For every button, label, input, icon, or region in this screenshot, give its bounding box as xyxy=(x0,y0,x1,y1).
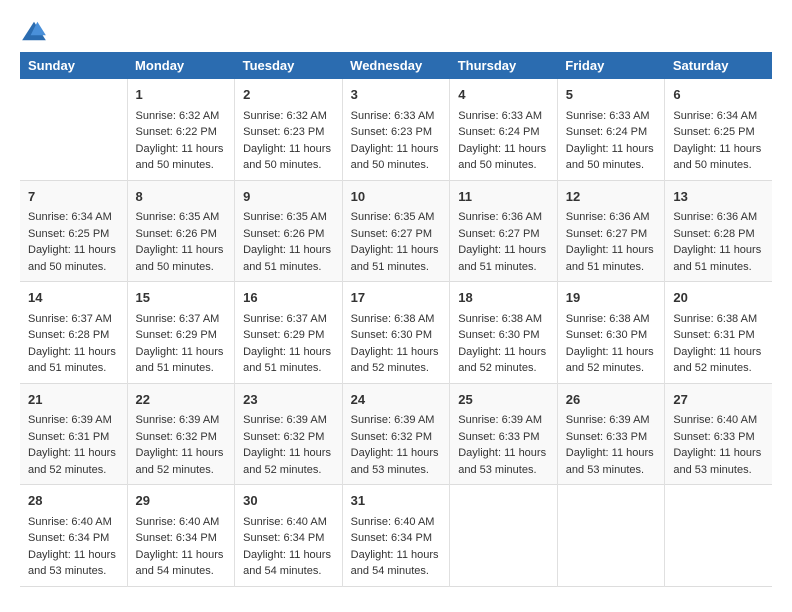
calendar-cell: 23Sunrise: 6:39 AMSunset: 6:32 PMDayligh… xyxy=(235,383,343,485)
logo-icon xyxy=(20,20,48,42)
day-number: 3 xyxy=(351,85,442,105)
calendar-cell: 3Sunrise: 6:33 AMSunset: 6:23 PMDaylight… xyxy=(342,79,450,180)
calendar-cell: 31Sunrise: 6:40 AMSunset: 6:34 PMDayligh… xyxy=(342,485,450,587)
calendar-cell: 27Sunrise: 6:40 AMSunset: 6:33 PMDayligh… xyxy=(665,383,772,485)
calendar-week-row: 7Sunrise: 6:34 AMSunset: 6:25 PMDaylight… xyxy=(20,180,772,282)
day-number: 27 xyxy=(673,390,764,410)
calendar-cell xyxy=(665,485,772,587)
calendar-cell: 30Sunrise: 6:40 AMSunset: 6:34 PMDayligh… xyxy=(235,485,343,587)
calendar-cell: 9Sunrise: 6:35 AMSunset: 6:26 PMDaylight… xyxy=(235,180,343,282)
header-cell-tuesday: Tuesday xyxy=(235,52,343,79)
day-number: 5 xyxy=(566,85,657,105)
calendar-cell: 24Sunrise: 6:39 AMSunset: 6:32 PMDayligh… xyxy=(342,383,450,485)
calendar-cell: 12Sunrise: 6:36 AMSunset: 6:27 PMDayligh… xyxy=(557,180,665,282)
calendar-header-row: SundayMondayTuesdayWednesdayThursdayFrid… xyxy=(20,52,772,79)
day-number: 13 xyxy=(673,187,764,207)
day-number: 24 xyxy=(351,390,442,410)
day-number: 2 xyxy=(243,85,334,105)
day-number: 18 xyxy=(458,288,549,308)
day-number: 12 xyxy=(566,187,657,207)
header-cell-sunday: Sunday xyxy=(20,52,127,79)
calendar-cell xyxy=(557,485,665,587)
day-number: 28 xyxy=(28,491,119,511)
day-number: 15 xyxy=(136,288,227,308)
day-number: 4 xyxy=(458,85,549,105)
day-number: 26 xyxy=(566,390,657,410)
calendar-cell: 2Sunrise: 6:32 AMSunset: 6:23 PMDaylight… xyxy=(235,79,343,180)
calendar-cell: 25Sunrise: 6:39 AMSunset: 6:33 PMDayligh… xyxy=(450,383,558,485)
calendar-cell xyxy=(450,485,558,587)
day-number: 31 xyxy=(351,491,442,511)
calendar-cell: 14Sunrise: 6:37 AMSunset: 6:28 PMDayligh… xyxy=(20,282,127,384)
calendar-cell: 19Sunrise: 6:38 AMSunset: 6:30 PMDayligh… xyxy=(557,282,665,384)
calendar-week-row: 28Sunrise: 6:40 AMSunset: 6:34 PMDayligh… xyxy=(20,485,772,587)
calendar-cell: 26Sunrise: 6:39 AMSunset: 6:33 PMDayligh… xyxy=(557,383,665,485)
day-number: 8 xyxy=(136,187,227,207)
day-number: 10 xyxy=(351,187,442,207)
calendar-cell: 7Sunrise: 6:34 AMSunset: 6:25 PMDaylight… xyxy=(20,180,127,282)
day-number: 30 xyxy=(243,491,334,511)
header-cell-friday: Friday xyxy=(557,52,665,79)
calendar-cell: 8Sunrise: 6:35 AMSunset: 6:26 PMDaylight… xyxy=(127,180,235,282)
calendar-cell: 15Sunrise: 6:37 AMSunset: 6:29 PMDayligh… xyxy=(127,282,235,384)
calendar-cell: 5Sunrise: 6:33 AMSunset: 6:24 PMDaylight… xyxy=(557,79,665,180)
calendar-week-row: 21Sunrise: 6:39 AMSunset: 6:31 PMDayligh… xyxy=(20,383,772,485)
calendar-cell: 1Sunrise: 6:32 AMSunset: 6:22 PMDaylight… xyxy=(127,79,235,180)
day-number: 19 xyxy=(566,288,657,308)
calendar-week-row: 14Sunrise: 6:37 AMSunset: 6:28 PMDayligh… xyxy=(20,282,772,384)
calendar-cell: 6Sunrise: 6:34 AMSunset: 6:25 PMDaylight… xyxy=(665,79,772,180)
day-number: 16 xyxy=(243,288,334,308)
calendar-cell: 18Sunrise: 6:38 AMSunset: 6:30 PMDayligh… xyxy=(450,282,558,384)
calendar-cell: 28Sunrise: 6:40 AMSunset: 6:34 PMDayligh… xyxy=(20,485,127,587)
header-cell-thursday: Thursday xyxy=(450,52,558,79)
day-number: 7 xyxy=(28,187,119,207)
calendar-week-row: 1Sunrise: 6:32 AMSunset: 6:22 PMDaylight… xyxy=(20,79,772,180)
day-number: 21 xyxy=(28,390,119,410)
calendar-cell: 20Sunrise: 6:38 AMSunset: 6:31 PMDayligh… xyxy=(665,282,772,384)
day-number: 29 xyxy=(136,491,227,511)
day-number: 1 xyxy=(136,85,227,105)
day-number: 11 xyxy=(458,187,549,207)
calendar-cell: 29Sunrise: 6:40 AMSunset: 6:34 PMDayligh… xyxy=(127,485,235,587)
day-number: 6 xyxy=(673,85,764,105)
day-number: 17 xyxy=(351,288,442,308)
calendar-cell xyxy=(20,79,127,180)
calendar-cell: 11Sunrise: 6:36 AMSunset: 6:27 PMDayligh… xyxy=(450,180,558,282)
calendar-cell: 4Sunrise: 6:33 AMSunset: 6:24 PMDaylight… xyxy=(450,79,558,180)
day-number: 22 xyxy=(136,390,227,410)
day-number: 9 xyxy=(243,187,334,207)
day-number: 20 xyxy=(673,288,764,308)
calendar-table: SundayMondayTuesdayWednesdayThursdayFrid… xyxy=(20,52,772,587)
day-number: 25 xyxy=(458,390,549,410)
day-number: 23 xyxy=(243,390,334,410)
calendar-cell: 10Sunrise: 6:35 AMSunset: 6:27 PMDayligh… xyxy=(342,180,450,282)
header xyxy=(20,20,772,42)
day-number: 14 xyxy=(28,288,119,308)
header-cell-wednesday: Wednesday xyxy=(342,52,450,79)
calendar-cell: 21Sunrise: 6:39 AMSunset: 6:31 PMDayligh… xyxy=(20,383,127,485)
header-cell-saturday: Saturday xyxy=(665,52,772,79)
calendar-cell: 16Sunrise: 6:37 AMSunset: 6:29 PMDayligh… xyxy=(235,282,343,384)
calendar-cell: 13Sunrise: 6:36 AMSunset: 6:28 PMDayligh… xyxy=(665,180,772,282)
calendar-cell: 22Sunrise: 6:39 AMSunset: 6:32 PMDayligh… xyxy=(127,383,235,485)
header-cell-monday: Monday xyxy=(127,52,235,79)
calendar-cell: 17Sunrise: 6:38 AMSunset: 6:30 PMDayligh… xyxy=(342,282,450,384)
logo xyxy=(20,20,52,42)
